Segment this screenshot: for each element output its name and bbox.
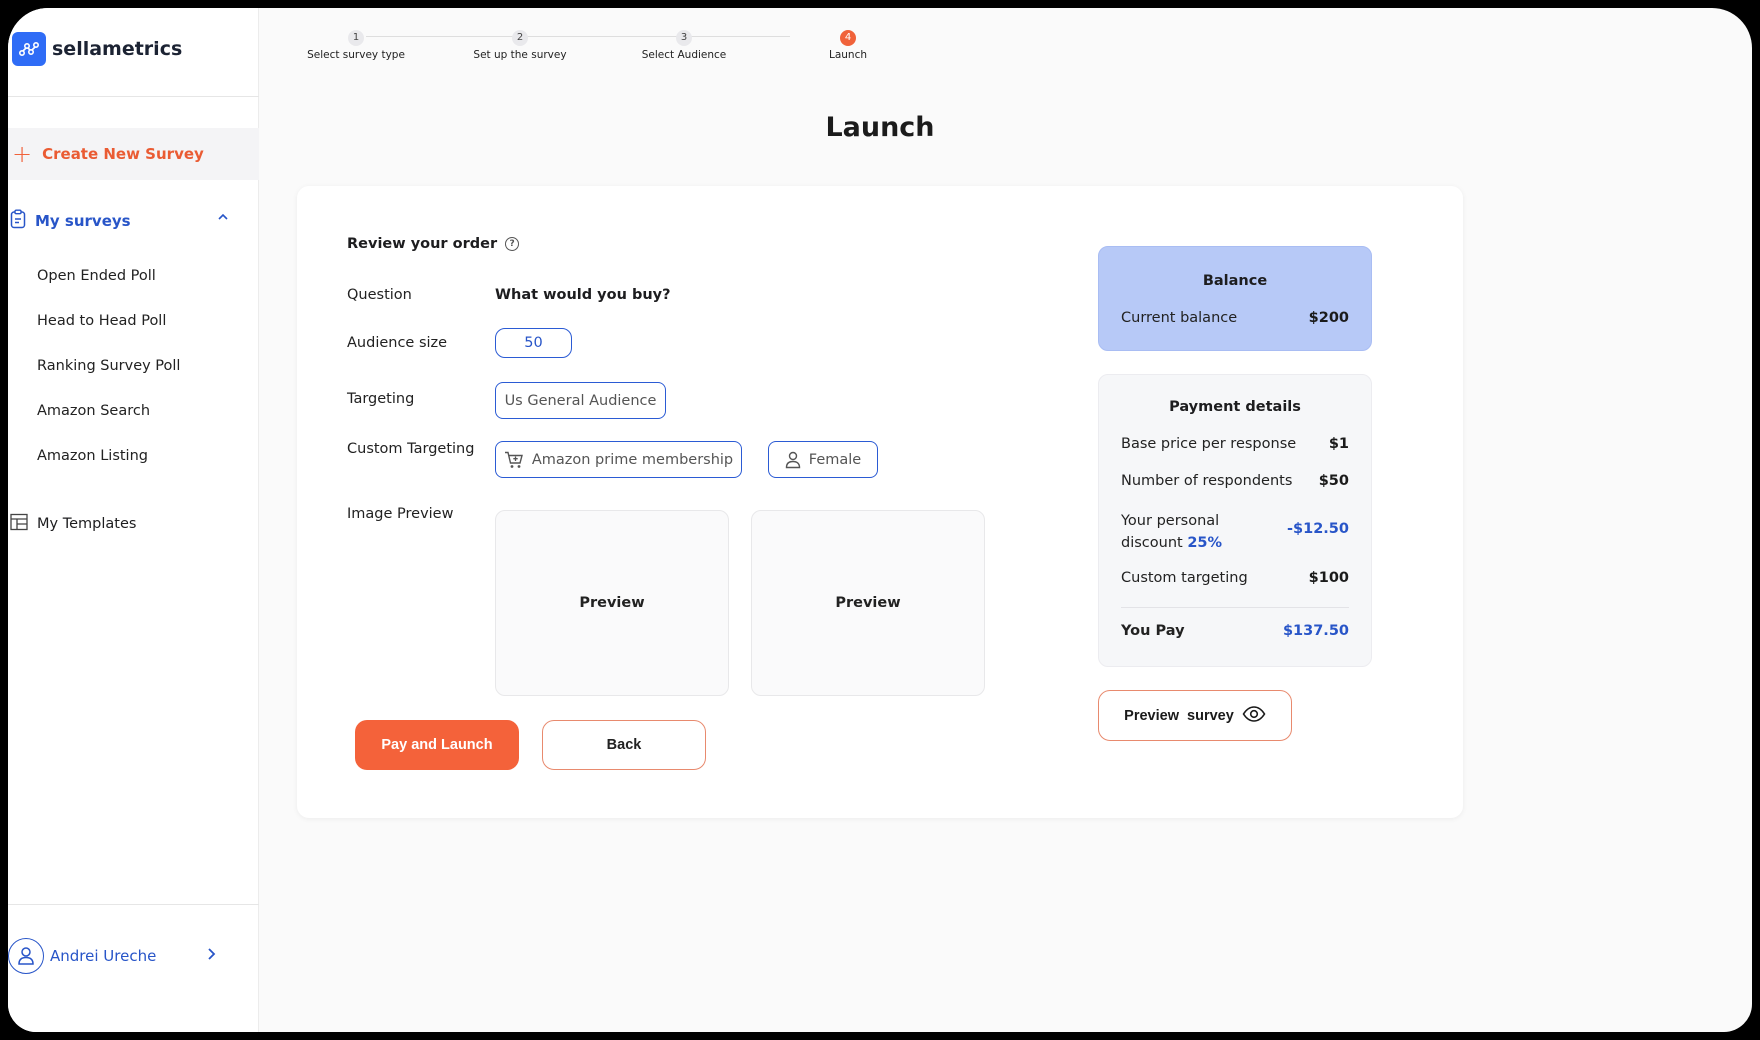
step-select-survey-type[interactable]: 1 Select survey type xyxy=(286,30,426,61)
step-number-active: 4 xyxy=(840,30,856,46)
eye-icon xyxy=(1242,705,1266,726)
my-surveys-toggle[interactable]: My surveys xyxy=(8,206,238,236)
custom-targeting-label: Custom Targeting xyxy=(347,441,475,457)
preview-survey-label: Preview survey xyxy=(1124,707,1234,724)
sidebar-item-amazon-listing[interactable]: Amazon Listing xyxy=(37,448,148,464)
current-balance-value: $200 xyxy=(1308,310,1349,326)
chevron-right-icon[interactable] xyxy=(204,945,218,967)
step-label: Launch xyxy=(828,49,868,61)
sidebar-footer-divider xyxy=(8,904,259,905)
image-preview-2[interactable]: Preview xyxy=(751,510,985,696)
you-pay-value: $137.50 xyxy=(1282,623,1349,639)
audience-size-chip[interactable]: 50 xyxy=(495,328,572,358)
user-profile[interactable]: Andrei Ureche xyxy=(8,936,238,976)
create-new-survey-label: Create New Survey xyxy=(42,145,204,163)
base-price-label: Base price per response xyxy=(1121,436,1297,452)
discount-label-line1: Your personal xyxy=(1121,513,1220,529)
person-icon xyxy=(785,451,801,469)
help-icon[interactable]: ? xyxy=(505,237,520,251)
sidebar-item-head-to-head-poll[interactable]: Head to Head Poll xyxy=(37,313,166,329)
you-pay-label: You Pay xyxy=(1121,623,1185,639)
step-number: 3 xyxy=(676,30,692,46)
step-select-audience[interactable]: 3 Select Audience xyxy=(614,30,754,61)
payment-divider xyxy=(1121,607,1349,608)
clipboard-icon xyxy=(10,209,26,233)
stepper: 1 Select survey type 2 Set up the survey… xyxy=(288,22,868,70)
custom-targeting-chip-amazon-prime[interactable]: Amazon prime membership xyxy=(495,441,742,478)
user-avatar-icon xyxy=(8,938,44,974)
discount-value: -$12.50 xyxy=(1287,521,1349,537)
sidebar-divider xyxy=(8,96,259,97)
payment-details-panel: Payment details Base price per response … xyxy=(1098,374,1372,667)
targeting-label: Targeting xyxy=(347,391,415,407)
my-templates-label: My Templates xyxy=(37,516,137,532)
pay-and-launch-button[interactable]: Pay and Launch xyxy=(355,720,519,770)
step-label: Select survey type xyxy=(307,49,405,61)
balance-panel: Balance Current balance $200 xyxy=(1098,246,1372,351)
payment-details-title: Payment details xyxy=(1169,399,1301,415)
custom-targeting-cost-value: $100 xyxy=(1308,570,1349,586)
sellametrics-logo-icon xyxy=(12,32,46,66)
balance-title: Balance xyxy=(1202,273,1268,289)
app-window: sellametrics + Create New Survey My surv… xyxy=(8,8,1752,1032)
question-label: Question xyxy=(347,287,412,303)
chevron-up-icon[interactable] xyxy=(216,210,230,228)
step-label: Select Audience xyxy=(641,49,727,61)
brand[interactable]: sellametrics xyxy=(12,32,182,66)
my-surveys-label: My surveys xyxy=(35,212,131,230)
custom-targeting-cost-label: Custom targeting xyxy=(1121,570,1248,586)
step-set-up-survey[interactable]: 2 Set up the survey xyxy=(450,30,590,61)
base-price-value: $1 xyxy=(1328,436,1349,452)
brand-name: sellametrics xyxy=(52,38,183,60)
audience-size-label: Audience size xyxy=(347,335,448,351)
step-number: 2 xyxy=(512,30,528,46)
respondents-value: $50 xyxy=(1318,473,1349,489)
step-launch[interactable]: 4 Launch xyxy=(778,30,918,61)
review-order-heading: Review your order xyxy=(347,236,498,252)
respondents-label: Number of respondents xyxy=(1121,473,1293,489)
preview-survey-button[interactable]: Preview survey xyxy=(1098,690,1292,741)
back-button[interactable]: Back xyxy=(542,720,706,770)
step-number: 1 xyxy=(348,30,364,46)
discount-label: Your personal discount 25% xyxy=(1121,510,1222,554)
sidebar-item-ranking-survey-poll[interactable]: Ranking Survey Poll xyxy=(37,358,180,374)
image-preview-label: Image Preview xyxy=(347,506,454,522)
question-value: What would you buy? xyxy=(495,287,671,303)
plus-icon: + xyxy=(12,140,33,168)
image-preview-1[interactable]: Preview xyxy=(495,510,729,696)
current-balance-label: Current balance xyxy=(1121,310,1238,326)
sidebar-item-amazon-search[interactable]: Amazon Search xyxy=(37,403,150,419)
sidebar-item-open-ended-poll[interactable]: Open Ended Poll xyxy=(37,268,156,284)
step-label: Set up the survey xyxy=(473,49,567,61)
user-name: Andrei Ureche xyxy=(50,947,157,965)
sidebar-item-my-templates[interactable]: My Templates xyxy=(10,513,136,535)
sidebar: sellametrics + Create New Survey My surv… xyxy=(8,8,259,1032)
custom-targeting-chip-female[interactable]: Female xyxy=(768,441,878,478)
cart-icon xyxy=(504,451,524,469)
page-title: Launch xyxy=(825,112,935,143)
review-order-title: Review your order ? xyxy=(347,236,520,252)
chip-label: Amazon prime membership xyxy=(531,451,734,468)
discount-percent: 25% xyxy=(1187,535,1223,551)
templates-icon xyxy=(10,513,28,535)
discount-label-line2: discount xyxy=(1121,535,1183,551)
chip-label: Female xyxy=(808,451,862,468)
targeting-chip[interactable]: Us General Audience xyxy=(495,382,666,419)
